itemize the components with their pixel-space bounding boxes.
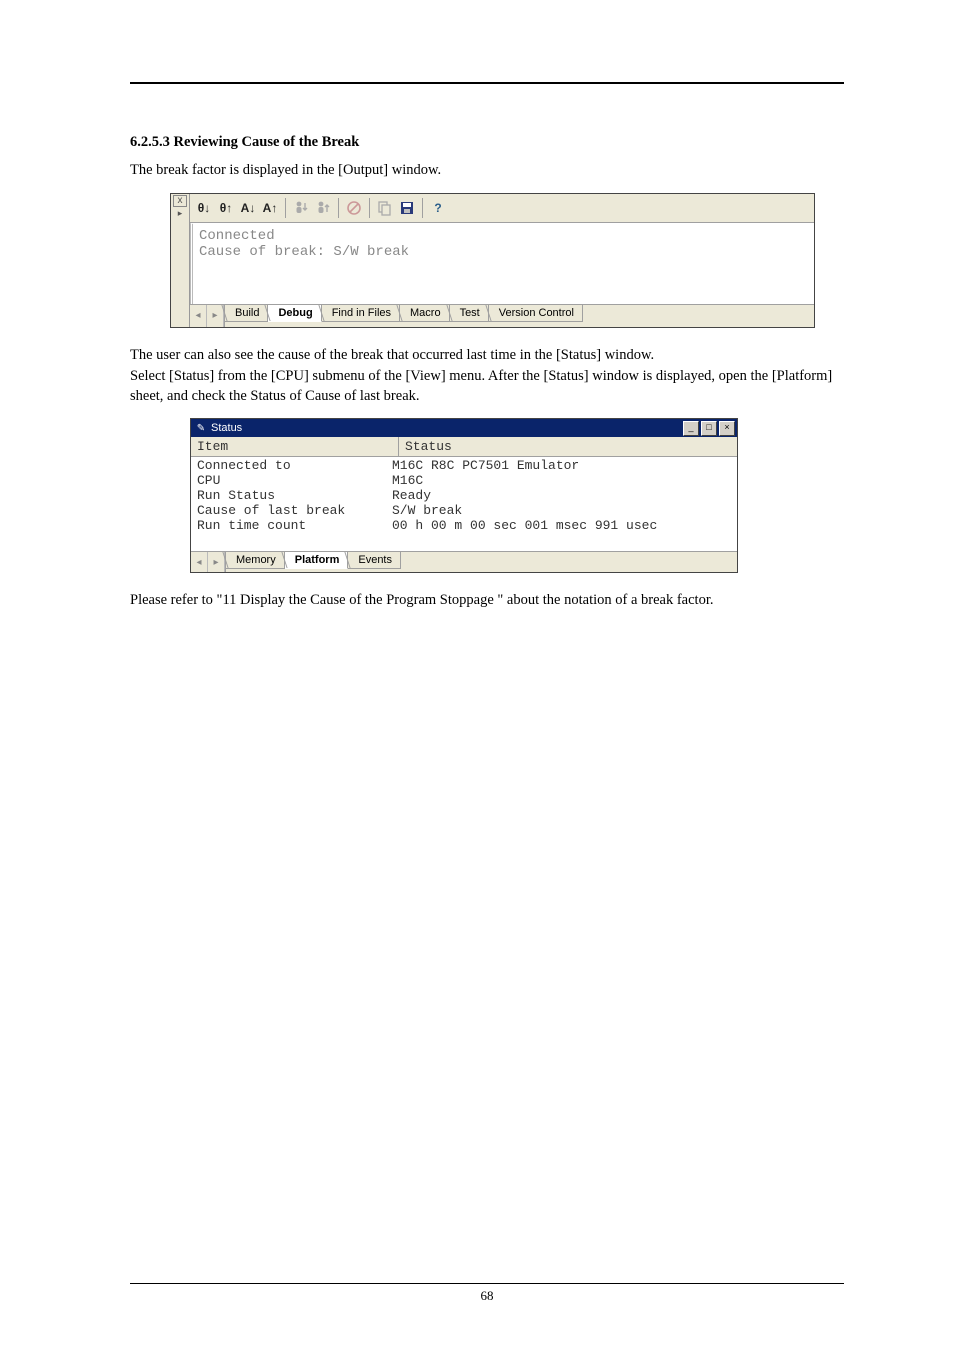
person-sort-up-button[interactable] (313, 198, 333, 218)
status-item: Run Status (197, 488, 392, 503)
copy-button[interactable] (375, 198, 395, 218)
tab-events[interactable]: Events (348, 552, 401, 569)
section-title-text: Reviewing Cause of the Break (174, 134, 360, 150)
status-item: Connected to (197, 458, 392, 473)
output-window-gutter: x ▸ (171, 194, 190, 327)
status-window: ✎ Status _ □ × Item Status Connected to … (190, 418, 738, 573)
status-row: Connected to M16C R8C PC7501 Emulator (191, 458, 737, 473)
sort-theta-up-button[interactable]: θ↑ (216, 198, 236, 218)
sort-theta-down-button[interactable]: θ↓ (194, 198, 214, 218)
status-item: CPU (197, 473, 392, 488)
section-number: 6.2.5.3 (130, 134, 170, 150)
output-line: Cause of break: S/W break (199, 244, 808, 260)
output-tabs: ◂ ▸ Build Debug Find in Files Macro Test… (190, 304, 814, 327)
tab-scroll-left-button[interactable]: ◂ (191, 552, 208, 572)
toolbar-separator (422, 198, 423, 218)
save-button[interactable] (397, 198, 417, 218)
pin-icon[interactable]: ▸ (178, 208, 183, 219)
copy-icon (376, 199, 394, 217)
output-body: Connected Cause of break: S/W break (190, 223, 814, 304)
status-title-text: Status (211, 422, 242, 434)
sort-a-up-button[interactable]: A↑ (260, 198, 280, 218)
footer-rule (130, 1283, 844, 1284)
circle-slash-icon (345, 199, 363, 217)
top-rule (130, 82, 844, 84)
clear-button[interactable] (344, 198, 364, 218)
status-value: M16C (392, 473, 731, 488)
toolbar-separator (338, 198, 339, 218)
person-down-icon (292, 199, 310, 217)
sort-a-down-button[interactable]: A↓ (238, 198, 258, 218)
tab-build[interactable]: Build (225, 305, 268, 322)
status-row: Run Status Ready (191, 488, 737, 503)
status-item: Run time count (197, 518, 392, 533)
tab-debug[interactable]: Debug (268, 305, 321, 322)
paragraph-2a: The user can also see the cause of the b… (130, 346, 844, 366)
output-toolbar: θ↓ θ↑ A↓ A↑ (190, 194, 814, 223)
person-sort-down-button[interactable] (291, 198, 311, 218)
tab-scroll-right-button[interactable]: ▸ (208, 552, 225, 572)
paragraph-3: Please refer to "11 Display the Cause of… (130, 591, 844, 611)
close-icon[interactable]: x (173, 195, 187, 207)
output-line: Connected (199, 228, 808, 244)
maximize-button[interactable]: □ (701, 421, 717, 436)
status-item: Cause of last break (197, 503, 392, 518)
close-button[interactable]: × (719, 421, 735, 436)
status-value: 00 h 00 m 00 sec 001 msec 991 usec (392, 518, 731, 533)
status-row: Run time count 00 h 00 m 00 sec 001 msec… (191, 518, 737, 533)
status-tabs: ◂ ▸ Memory Platform Events (191, 551, 737, 572)
tab-scroll-left-button[interactable]: ◂ (190, 305, 207, 327)
toolbar-separator (369, 198, 370, 218)
tab-test[interactable]: Test (450, 305, 489, 322)
status-grid: Item Status Connected to M16C R8C PC7501… (191, 437, 737, 551)
help-button[interactable]: ? (428, 198, 448, 218)
person-up-icon (314, 199, 332, 217)
tab-version-control[interactable]: Version Control (489, 305, 583, 322)
section-heading: 6.2.5.3 Reviewing Cause of the Break (130, 134, 844, 151)
status-row: Cause of last break S/W break (191, 503, 737, 518)
output-window: x ▸ θ↓ θ↑ A↓ A↑ (170, 193, 815, 328)
paragraph-1: The break factor is displayed in the [Ou… (130, 161, 844, 181)
status-col-status[interactable]: Status (399, 437, 737, 457)
status-app-icon: ✎ (195, 422, 207, 434)
floppy-icon (398, 199, 416, 217)
minimize-button[interactable]: _ (683, 421, 699, 436)
status-header: Item Status (191, 437, 737, 457)
toolbar-separator (285, 198, 286, 218)
tab-find-in-files[interactable]: Find in Files (322, 305, 400, 322)
tab-platform[interactable]: Platform (285, 552, 349, 569)
status-col-item[interactable]: Item (191, 437, 399, 457)
status-value: Ready (392, 488, 731, 503)
status-value: S/W break (392, 503, 731, 518)
page-footer: 68 (130, 1283, 844, 1304)
status-titlebar: ✎ Status _ □ × (191, 419, 737, 437)
status-value: M16C R8C PC7501 Emulator (392, 458, 731, 473)
paragraph-2b: Select [Status] from the [CPU] submenu o… (130, 367, 844, 406)
status-row: CPU M16C (191, 473, 737, 488)
page-number: 68 (130, 1288, 844, 1304)
tab-memory[interactable]: Memory (226, 552, 285, 569)
tab-macro[interactable]: Macro (400, 305, 450, 322)
